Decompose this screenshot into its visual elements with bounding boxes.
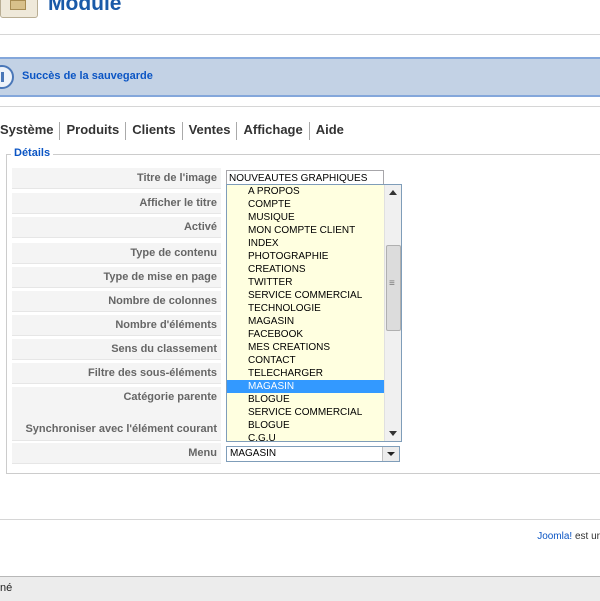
success-message: Succès de la sauvegarde bbox=[0, 57, 600, 97]
menu-affichage[interactable]: Affichage bbox=[236, 122, 308, 140]
page-title: Module bbox=[48, 0, 122, 15]
menu-option[interactable]: CONTACT bbox=[227, 354, 385, 367]
menu-option[interactable]: MAGASIN bbox=[227, 315, 385, 328]
header: Module bbox=[0, 0, 600, 35]
scroll-down-icon[interactable] bbox=[385, 425, 401, 441]
menu-aide[interactable]: Aide bbox=[308, 122, 350, 140]
label-nombre-colonnes: Nombre de colonnes bbox=[12, 291, 221, 312]
menu-option[interactable]: MES CREATIONS bbox=[227, 341, 385, 354]
label-menu: Menu bbox=[12, 443, 221, 464]
label-sens-classement: Sens du classement bbox=[12, 339, 221, 360]
menu-option[interactable]: BLOGUE bbox=[227, 419, 385, 432]
module-icon bbox=[0, 0, 38, 18]
scrollbar[interactable] bbox=[384, 185, 401, 441]
footer-divider bbox=[0, 519, 600, 520]
menu-option[interactable]: TWITTER bbox=[227, 276, 385, 289]
menu-option[interactable]: A PROPOS bbox=[227, 185, 385, 198]
menu-select-value: MAGASIN bbox=[230, 448, 277, 459]
menu-option[interactable]: BLOGUE bbox=[227, 393, 385, 406]
menu-option[interactable]: TECHNOLOGIE bbox=[227, 302, 385, 315]
menu-select[interactable]: MAGASIN bbox=[226, 446, 400, 462]
footer: Joomla! est ur bbox=[537, 531, 600, 542]
menu-option[interactable]: SERVICE COMMERCIAL bbox=[227, 289, 385, 302]
status-bar: né bbox=[0, 576, 600, 601]
info-icon bbox=[0, 65, 14, 89]
menu-option[interactable]: FACEBOOK bbox=[227, 328, 385, 341]
label-filtre: Filtre des sous-éléments bbox=[12, 363, 221, 384]
menu-option[interactable]: C.G.U bbox=[227, 432, 385, 445]
menu-option[interactable]: MAGASIN bbox=[227, 380, 385, 393]
menu-produits[interactable]: Produits bbox=[59, 122, 125, 140]
label-active: Activé bbox=[12, 217, 221, 238]
menu-ventes[interactable]: Ventes bbox=[181, 122, 237, 140]
footer-text: est ur bbox=[572, 531, 600, 542]
label-afficher-titre: Afficher le titre bbox=[12, 193, 221, 214]
joomla-link[interactable]: Joomla! bbox=[537, 531, 572, 542]
menu-option[interactable]: CREATIONS bbox=[227, 263, 385, 276]
menu-clients[interactable]: Clients bbox=[125, 122, 181, 140]
scroll-thumb[interactable] bbox=[386, 245, 401, 331]
menu-dropdown-list[interactable]: A PROPOS COMPTE MUSIQUE MON COMPTE CLIENT IN… bbox=[226, 184, 402, 445]
menu-options: A PROPOS COMPTE MUSIQUE MON COMPTE CLIENT IN… bbox=[227, 185, 385, 445]
label-type-contenu: Type de contenu bbox=[12, 243, 221, 264]
label-titre: Titre de l'image bbox=[12, 168, 221, 189]
top-menu: Système Produits Clients Ventes Affichag… bbox=[0, 122, 350, 140]
menu-option[interactable]: MON COMPTE CLIENT bbox=[227, 224, 385, 237]
success-message-text: Succès de la sauvegarde bbox=[22, 70, 153, 82]
menu-option[interactable]: INDEX bbox=[227, 237, 385, 250]
menu-option[interactable]: PHOTOGRAPHIE bbox=[227, 250, 385, 263]
details-legend: Détails bbox=[11, 147, 54, 159]
status-text: né bbox=[0, 582, 13, 594]
menu-option[interactable]: TELECHARGER bbox=[227, 367, 385, 380]
divider bbox=[0, 106, 600, 107]
menu-systeme[interactable]: Système bbox=[0, 122, 59, 140]
label-type-mise-en-page: Type de mise en page bbox=[12, 267, 221, 288]
menu-option[interactable]: MUSIQUE bbox=[227, 211, 385, 224]
scroll-up-icon[interactable] bbox=[385, 185, 401, 201]
menu-option[interactable]: SERVICE COMMERCIAL bbox=[227, 406, 385, 419]
menu-option[interactable]: COMPTE bbox=[227, 198, 385, 211]
label-synchroniser: Synchroniser avec l'élément courant bbox=[12, 403, 221, 441]
label-nombre-elements: Nombre d'éléments bbox=[12, 315, 221, 336]
chevron-down-icon[interactable] bbox=[382, 447, 399, 461]
